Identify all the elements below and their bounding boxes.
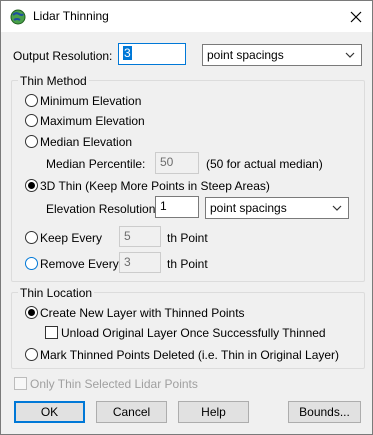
radio-minimum-elevation[interactable] (25, 94, 38, 107)
close-button[interactable] (339, 1, 372, 32)
create-new-layer-label: Create New Layer with Thinned Points (40, 306, 245, 320)
close-icon (350, 11, 361, 22)
ok-button[interactable]: OK (14, 401, 85, 423)
elevation-resolution-label: Elevation Resolution: (46, 202, 159, 216)
keep-every-suffix: th Point (167, 231, 208, 245)
thin-method-legend: Thin Method (18, 74, 89, 88)
thin-location-legend: Thin Location (18, 286, 95, 300)
median-percentile-label: Median Percentile: (46, 157, 146, 171)
median-percentile-value: 50 (160, 155, 174, 169)
3d-thin-label: 3D Thin (Keep More Points in Steep Areas… (40, 179, 270, 193)
median-percentile-note: (50 for actual median) (206, 157, 323, 171)
elevation-resolution-value: 1 (160, 199, 167, 213)
median-elevation-label: Median Elevation (40, 135, 133, 149)
radio-keep-every[interactable] (25, 231, 38, 244)
window-title: Lidar Thinning (33, 9, 109, 23)
radio-mark-deleted[interactable] (25, 348, 38, 361)
bounds-button[interactable]: Bounds... (288, 401, 361, 423)
elevation-resolution-input[interactable]: 1 (155, 196, 199, 218)
keep-every-input[interactable]: 5 (119, 226, 161, 247)
only-selected-label: Only Thin Selected Lidar Points (30, 377, 198, 391)
unload-original-label: Unload Original Layer Once Successfully … (61, 326, 326, 340)
elevation-resolution-unit-value: point spacings (210, 201, 287, 215)
chevron-down-icon (345, 52, 355, 58)
radio-maximum-elevation[interactable] (25, 114, 38, 127)
output-resolution-input[interactable]: 3 (118, 43, 186, 65)
radio-median-elevation[interactable] (25, 135, 38, 148)
radio-remove-every[interactable] (25, 257, 38, 270)
output-resolution-label: Output Resolution: (13, 49, 113, 63)
globe-app-icon (10, 9, 26, 25)
unload-original-checkbox[interactable] (45, 326, 58, 339)
lidar-thinning-dialog: Lidar Thinning Output Resolution: 3 poin… (0, 0, 373, 435)
radio-3d-thin[interactable] (25, 179, 38, 192)
only-selected-checkbox[interactable] (14, 377, 27, 390)
elevation-resolution-unit-select[interactable]: point spacings (205, 197, 349, 219)
title-bar: Lidar Thinning (1, 1, 372, 32)
maximum-elevation-label: Maximum Elevation (40, 114, 145, 128)
median-percentile-input[interactable]: 50 (155, 152, 199, 174)
output-resolution-unit-select[interactable]: point spacings (202, 44, 362, 66)
remove-every-label: Remove Every (40, 257, 119, 271)
remove-every-suffix: th Point (167, 257, 208, 271)
output-resolution-unit-value: point spacings (207, 48, 284, 62)
minimum-elevation-label: Minimum Elevation (40, 94, 142, 108)
help-button[interactable]: Help (178, 401, 249, 423)
remove-every-input[interactable]: 3 (119, 252, 161, 273)
cancel-button[interactable]: Cancel (96, 401, 167, 423)
chevron-down-icon (332, 205, 342, 211)
keep-every-label: Keep Every (40, 231, 103, 245)
keep-every-value: 5 (124, 229, 131, 243)
radio-create-new-layer[interactable] (25, 306, 38, 319)
output-resolution-value: 3 (123, 46, 132, 60)
mark-deleted-label: Mark Thinned Points Deleted (i.e. Thin i… (40, 348, 340, 362)
remove-every-value: 3 (124, 255, 131, 269)
